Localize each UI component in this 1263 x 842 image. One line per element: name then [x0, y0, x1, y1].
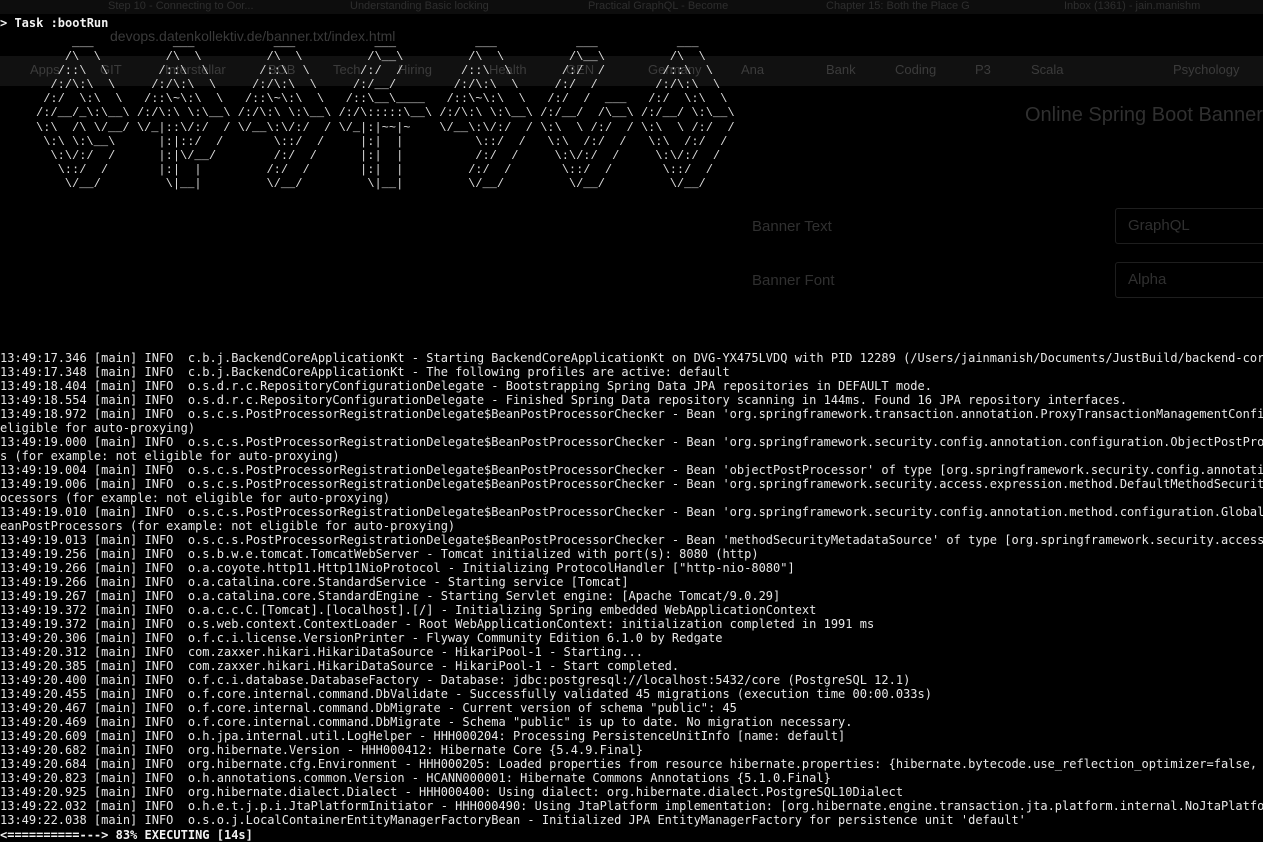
log-line: 13:49:18.972 [main] INFO o.s.c.s.PostPro… — [0, 407, 1263, 421]
log-line: 13:49:20.312 [main] INFO com.zaxxer.hika… — [0, 645, 643, 659]
log-line: ocessors (for example: not eligible for … — [0, 491, 391, 505]
log-line: 13:49:19.256 [main] INFO o.s.b.w.e.tomca… — [0, 547, 759, 561]
log-line: 13:49:17.346 [main] INFO c.b.j.BackendCo… — [0, 351, 1263, 365]
terminal-window[interactable]: > Task :bootRun ___ ___ ___ ___ ___ ___ … — [0, 0, 1263, 842]
log-line: 13:49:19.372 [main] INFO o.a.c.c.C.[Tomc… — [0, 603, 817, 617]
log-line: 13:49:19.010 [main] INFO o.s.c.s.PostPro… — [0, 505, 1263, 519]
log-line: 13:49:20.469 [main] INFO o.f.core.intern… — [0, 715, 853, 729]
log-line: 13:49:20.609 [main] INFO o.h.jpa.interna… — [0, 729, 846, 743]
log-line: 13:49:20.306 [main] INFO o.f.c.i.license… — [0, 631, 723, 645]
log-line: 13:49:19.006 [main] INFO o.s.c.s.PostPro… — [0, 477, 1263, 491]
log-line: 13:49:19.372 [main] INFO o.s.web.context… — [0, 617, 875, 631]
log-line: 13:49:20.684 [main] INFO org.hibernate.c… — [0, 757, 1263, 771]
build-progress-status: <==========---> 83% EXECUTING [14s] — [0, 828, 253, 842]
log-line: eligible for auto-proxying) — [0, 421, 196, 435]
log-line: 13:49:19.266 [main] INFO o.a.catalina.co… — [0, 575, 629, 589]
log-line: 13:49:19.013 [main] INFO o.s.c.s.PostPro… — [0, 533, 1263, 547]
log-line: 13:49:22.032 [main] INFO o.h.e.t.j.p.i.J… — [0, 799, 1263, 813]
log-line: 13:49:20.385 [main] INFO com.zaxxer.hika… — [0, 659, 680, 673]
gradle-task-line: > Task :bootRun — [0, 16, 109, 30]
ascii-art-banner: ___ ___ ___ ___ ___ ___ ___ /\ \ /\ \ /\… — [36, 36, 735, 191]
log-line: 13:49:20.455 [main] INFO o.f.core.intern… — [0, 687, 932, 701]
log-line: 13:49:20.467 [main] INFO o.f.core.intern… — [0, 701, 737, 715]
log-line: 13:49:19.004 [main] INFO o.s.c.s.PostPro… — [0, 463, 1263, 477]
log-line: s (for example: not eligible for auto-pr… — [0, 449, 340, 463]
log-line: 13:49:20.925 [main] INFO org.hibernate.d… — [0, 785, 904, 799]
log-line: 13:49:20.823 [main] INFO o.h.annotations… — [0, 771, 831, 785]
log-line: 13:49:18.404 [main] INFO o.s.d.r.c.Repos… — [0, 379, 932, 393]
log-line: 13:49:19.266 [main] INFO o.a.coyote.http… — [0, 561, 795, 575]
log-line: 13:49:17.348 [main] INFO c.b.j.BackendCo… — [0, 365, 730, 379]
log-line: 13:49:18.554 [main] INFO o.s.d.r.c.Repos… — [0, 393, 1128, 407]
log-output: 13:49:17.346 [main] INFO c.b.j.BackendCo… — [0, 351, 1263, 827]
log-line: 13:49:19.267 [main] INFO o.a.catalina.co… — [0, 589, 781, 603]
log-line: 13:49:20.682 [main] INFO org.hibernate.V… — [0, 743, 643, 757]
log-line: eanPostProcessors (for example: not elig… — [0, 519, 456, 533]
log-line: 13:49:19.000 [main] INFO o.s.c.s.PostPro… — [0, 435, 1263, 449]
log-line: 13:49:20.400 [main] INFO o.f.c.i.databas… — [0, 673, 911, 687]
log-line: 13:49:22.038 [main] INFO o.s.o.j.LocalCo… — [0, 813, 1026, 827]
